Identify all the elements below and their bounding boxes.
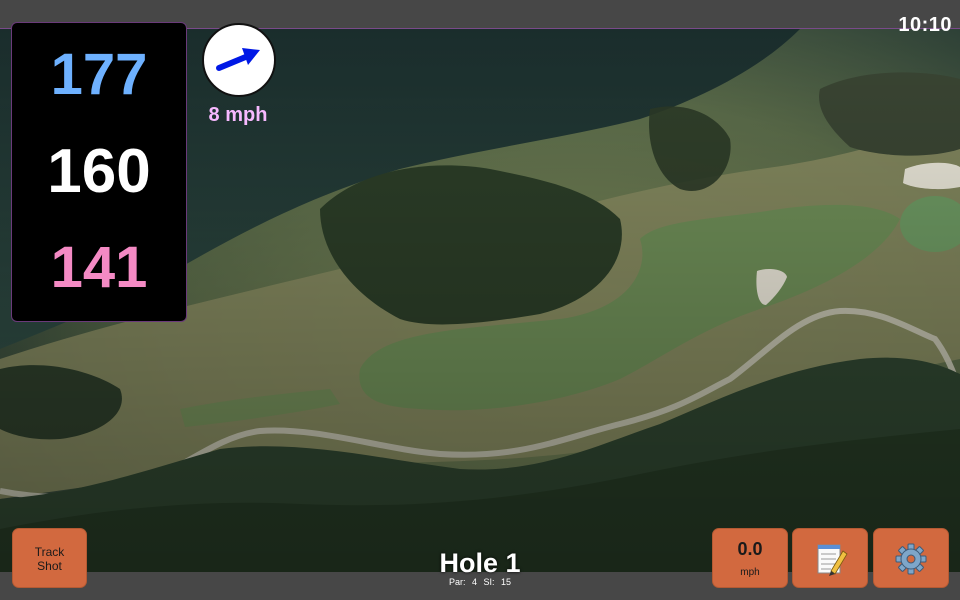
distance-panel: 177 160 141 <box>11 22 187 322</box>
speed-button[interactable]: 0.0 mph <box>712 528 788 588</box>
front-distance: 141 <box>50 235 148 300</box>
settings-button[interactable] <box>873 528 949 588</box>
middle-distance: 160 <box>47 137 151 206</box>
hole-par: Par: 4 <box>448 577 477 587</box>
track-shot-button[interactable]: Track Shot <box>12 528 87 588</box>
wind-arrow-icon <box>216 48 260 71</box>
wind-direction-dial <box>202 23 276 97</box>
notepad-icon <box>817 544 848 576</box>
track-shot-label-line2: Shot <box>37 559 62 573</box>
speed-value: 0.0 <box>737 539 763 559</box>
wind-speed: 8 mph <box>208 104 268 126</box>
gear-icon <box>895 543 927 575</box>
hole-stroke-index: SI: 15 <box>483 577 512 587</box>
back-distance: 177 <box>50 42 148 107</box>
clock: 10:10 <box>898 14 952 36</box>
hole-title: Hole 1 <box>439 548 521 578</box>
notes-button[interactable] <box>792 528 868 588</box>
speed-unit: mph <box>740 567 760 578</box>
hole-info: Par: 4 SI: 15 <box>380 577 580 587</box>
track-shot-label-line1: Track <box>34 545 65 559</box>
app-root: 10:10 177 160 141 8 mph Track Shot 0.0 m… <box>0 0 960 600</box>
